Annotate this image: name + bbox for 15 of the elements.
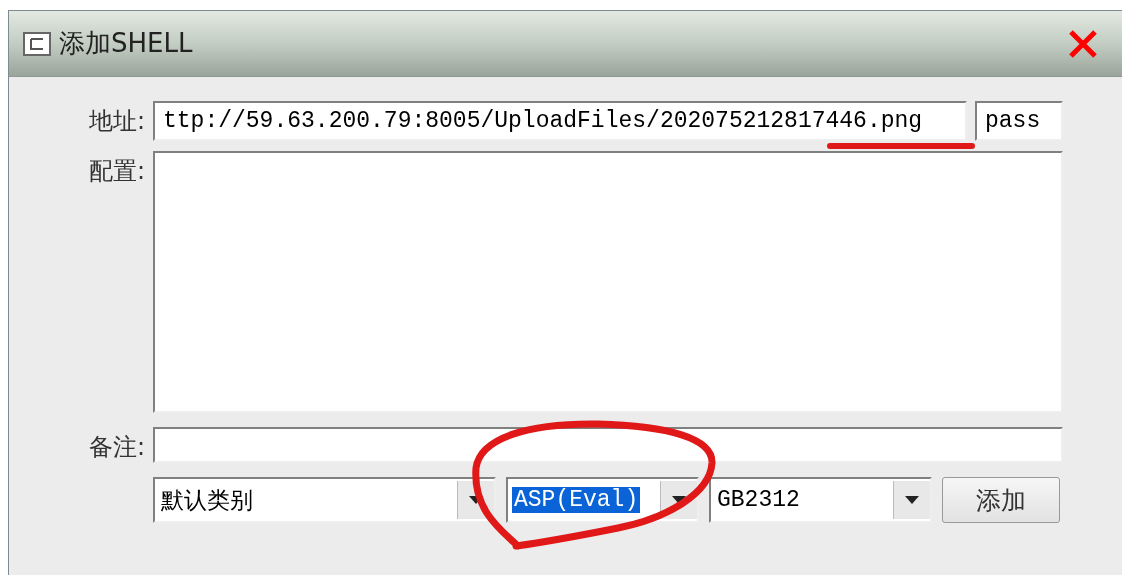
close-icon[interactable] (1067, 27, 1099, 60)
remarks-field[interactable] (153, 427, 1063, 463)
caret-icon (905, 496, 919, 504)
url-field[interactable]: ttp://59.63.200.79:8005/UploadFiles/202075212817446.png (153, 101, 967, 141)
password-field[interactable]: pass (975, 101, 1063, 141)
dropdown[interactable]: ASP(Eval) (506, 477, 699, 523)
dropdown[interactable]: GB2312 (709, 477, 932, 523)
dropdown[interactable]: 默认类别 (153, 477, 496, 523)
add-button[interactable]: 添加 (942, 477, 1060, 523)
field-label: 备注: (87, 432, 145, 463)
field-label: 配置: (87, 156, 145, 187)
window-title: 添加SHELL (59, 27, 194, 60)
window-icon (23, 31, 51, 56)
field-label: 地址: (87, 106, 145, 137)
caret-icon (672, 496, 686, 504)
